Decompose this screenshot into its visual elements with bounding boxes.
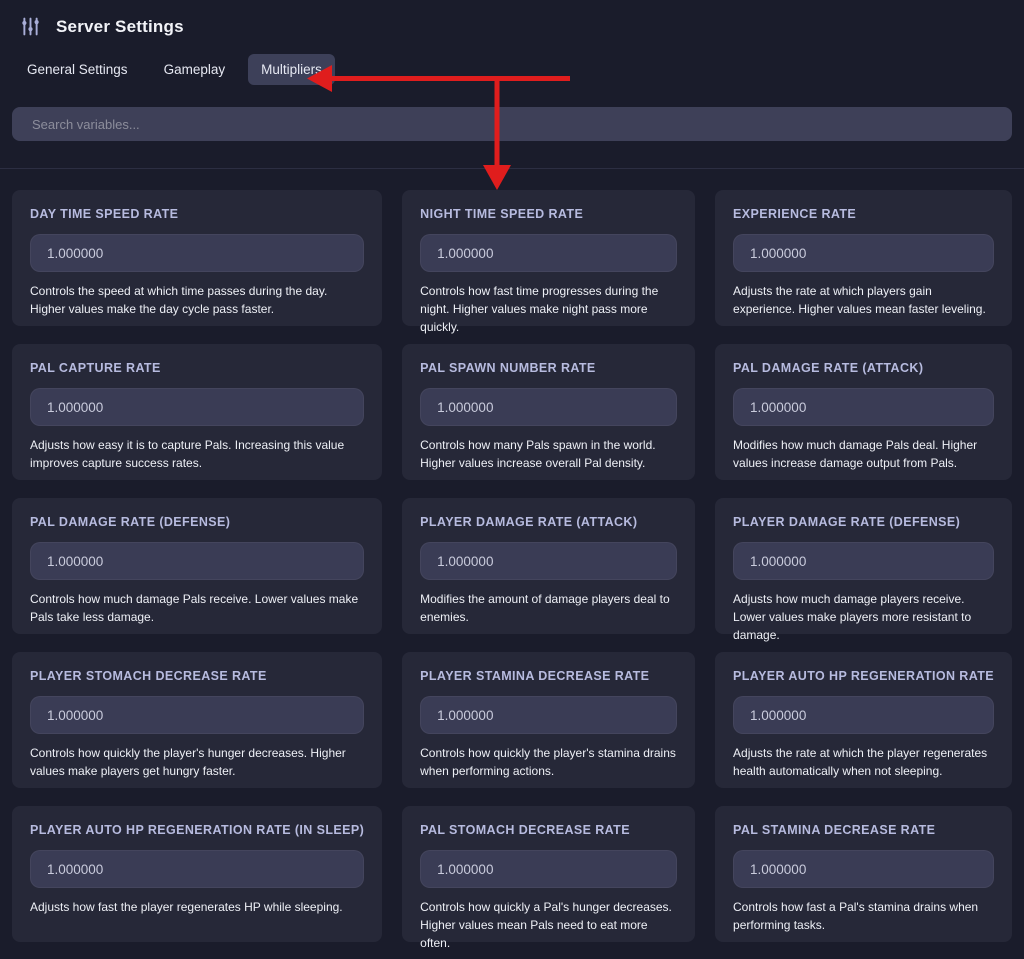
setting-description: Adjusts the rate at which the player reg… bbox=[733, 744, 994, 780]
setting-card: PLAYER AUTO HP REGENERATION RATE Adjusts… bbox=[715, 652, 1012, 788]
setting-card: PLAYER DAMAGE RATE (DEFENSE) Adjusts how… bbox=[715, 498, 1012, 634]
setting-description: Controls how much damage Pals receive. L… bbox=[30, 590, 364, 626]
setting-card: PAL STOMACH DECREASE RATE Controls how q… bbox=[402, 806, 695, 942]
setting-description: Controls how fast time progresses during… bbox=[420, 282, 677, 336]
setting-value-input[interactable] bbox=[733, 234, 994, 272]
setting-description: Controls how quickly a Pal's hunger decr… bbox=[420, 898, 677, 952]
setting-description: Controls the speed at which time passes … bbox=[30, 282, 364, 318]
setting-description: Controls how quickly the player's stamin… bbox=[420, 744, 677, 780]
section-divider bbox=[0, 168, 1024, 169]
setting-title: PAL STAMINA DECREASE RATE bbox=[733, 823, 994, 837]
settings-grid: DAY TIME SPEED RATE Controls the speed a… bbox=[12, 190, 1012, 942]
setting-value-input[interactable] bbox=[420, 850, 677, 888]
tab-multipliers[interactable]: Multipliers bbox=[248, 54, 335, 85]
setting-title: PAL STOMACH DECREASE RATE bbox=[420, 823, 677, 837]
setting-title: PLAYER DAMAGE RATE (DEFENSE) bbox=[733, 515, 994, 529]
page-title: Server Settings bbox=[56, 17, 184, 37]
tab-bar: General Settings Gameplay Multipliers bbox=[14, 54, 1024, 85]
setting-title: PLAYER STAMINA DECREASE RATE bbox=[420, 669, 677, 683]
tab-gameplay[interactable]: Gameplay bbox=[151, 54, 239, 85]
setting-value-input[interactable] bbox=[733, 542, 994, 580]
setting-value-input[interactable] bbox=[30, 850, 364, 888]
setting-description: Modifies the amount of damage players de… bbox=[420, 590, 677, 626]
setting-title: PLAYER AUTO HP REGENERATION RATE (IN SLE… bbox=[30, 823, 364, 837]
setting-value-input[interactable] bbox=[420, 696, 677, 734]
setting-card: PAL DAMAGE RATE (DEFENSE) Controls how m… bbox=[12, 498, 382, 634]
setting-title: PAL DAMAGE RATE (DEFENSE) bbox=[30, 515, 364, 529]
setting-card: DAY TIME SPEED RATE Controls the speed a… bbox=[12, 190, 382, 326]
setting-description: Adjusts how much damage players receive.… bbox=[733, 590, 994, 644]
setting-card: PAL CAPTURE RATE Adjusts how easy it is … bbox=[12, 344, 382, 480]
search-input[interactable] bbox=[12, 107, 1012, 141]
setting-description: Controls how fast a Pal's stamina drains… bbox=[733, 898, 994, 934]
sliders-icon bbox=[20, 16, 41, 37]
search-bar bbox=[12, 107, 1012, 141]
setting-title: PAL SPAWN NUMBER RATE bbox=[420, 361, 677, 375]
setting-value-input[interactable] bbox=[733, 850, 994, 888]
setting-value-input[interactable] bbox=[733, 696, 994, 734]
setting-card: PAL DAMAGE RATE (ATTACK) Modifies how mu… bbox=[715, 344, 1012, 480]
setting-description: Controls how quickly the player's hunger… bbox=[30, 744, 364, 780]
setting-title: NIGHT TIME SPEED RATE bbox=[420, 207, 677, 221]
setting-value-input[interactable] bbox=[733, 388, 994, 426]
setting-card: PLAYER STAMINA DECREASE RATE Controls ho… bbox=[402, 652, 695, 788]
setting-description: Modifies how much damage Pals deal. High… bbox=[733, 436, 994, 472]
setting-title: PAL DAMAGE RATE (ATTACK) bbox=[733, 361, 994, 375]
setting-title: DAY TIME SPEED RATE bbox=[30, 207, 364, 221]
setting-card: EXPERIENCE RATE Adjusts the rate at whic… bbox=[715, 190, 1012, 326]
setting-title: PLAYER DAMAGE RATE (ATTACK) bbox=[420, 515, 677, 529]
setting-value-input[interactable] bbox=[420, 234, 677, 272]
setting-description: Adjusts how easy it is to capture Pals. … bbox=[30, 436, 364, 472]
setting-value-input[interactable] bbox=[420, 542, 677, 580]
page-header: Server Settings bbox=[0, 0, 1024, 37]
setting-value-input[interactable] bbox=[420, 388, 677, 426]
setting-card: PAL STAMINA DECREASE RATE Controls how f… bbox=[715, 806, 1012, 942]
setting-value-input[interactable] bbox=[30, 696, 364, 734]
setting-title: PLAYER AUTO HP REGENERATION RATE bbox=[733, 669, 994, 683]
setting-description: Adjusts how fast the player regenerates … bbox=[30, 898, 364, 916]
setting-card: PLAYER DAMAGE RATE (ATTACK) Modifies the… bbox=[402, 498, 695, 634]
setting-card: PLAYER STOMACH DECREASE RATE Controls ho… bbox=[12, 652, 382, 788]
setting-value-input[interactable] bbox=[30, 542, 364, 580]
setting-title: EXPERIENCE RATE bbox=[733, 207, 994, 221]
setting-card: NIGHT TIME SPEED RATE Controls how fast … bbox=[402, 190, 695, 326]
setting-description: Controls how many Pals spawn in the worl… bbox=[420, 436, 677, 472]
setting-description: Adjusts the rate at which players gain e… bbox=[733, 282, 994, 318]
setting-card: PAL SPAWN NUMBER RATE Controls how many … bbox=[402, 344, 695, 480]
setting-card: PLAYER AUTO HP REGENERATION RATE (IN SLE… bbox=[12, 806, 382, 942]
setting-title: PAL CAPTURE RATE bbox=[30, 361, 364, 375]
setting-value-input[interactable] bbox=[30, 388, 364, 426]
tab-general-settings[interactable]: General Settings bbox=[14, 54, 141, 85]
setting-title: PLAYER STOMACH DECREASE RATE bbox=[30, 669, 364, 683]
setting-value-input[interactable] bbox=[30, 234, 364, 272]
